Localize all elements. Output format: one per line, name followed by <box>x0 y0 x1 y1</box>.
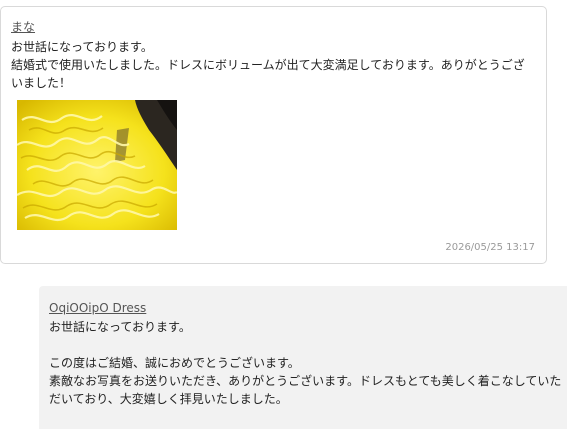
review-author-link[interactable]: まな <box>11 18 35 36</box>
review-photo[interactable] <box>17 100 177 230</box>
reply-line-2: 素敵なお写真をお送りいただき、ありがとうございます。ドレスもとても美しく着こなし… <box>49 374 562 388</box>
shop-reply-card: OqiOOipO Dress お世話になっております。 この度はご結婚、誠におめ… <box>39 286 567 429</box>
review-page: まな お世話になっております。 結婚式で使用いたしました。ドレスにボリュームが出… <box>0 0 567 429</box>
review-greeting: お世話になっております。 <box>11 40 153 54</box>
customer-review-card: まな お世話になっております。 結婚式で使用いたしました。ドレスにボリュームが出… <box>0 6 547 264</box>
yellow-ruffle-dress-photo-icon <box>17 100 177 230</box>
review-line-2: いました！ <box>11 76 72 90</box>
review-text: お世話になっております。 結婚式で使用いたしました。ドレスにボリュームが出て大変… <box>11 38 536 92</box>
review-line-1: 結婚式で使用いたしました。ドレスにボリュームが出て大変満足しております。ありがと… <box>11 58 525 72</box>
review-timestamp: 2026/05/25 13:17 <box>445 242 535 253</box>
reply-greeting: お世話になっております。 <box>49 320 191 334</box>
reply-spacer <box>49 336 567 354</box>
reply-author-link[interactable]: OqiOOipO Dress <box>49 299 146 317</box>
reply-line-1: この度はご結婚、誠におめでとうございます。 <box>49 356 300 370</box>
reply-text: お世話になっております。 この度はご結婚、誠におめでとうございます。 素敵なお写… <box>49 318 567 408</box>
reply-line-3: だいており、大変嬉しく拝見いたしました。 <box>49 392 288 406</box>
